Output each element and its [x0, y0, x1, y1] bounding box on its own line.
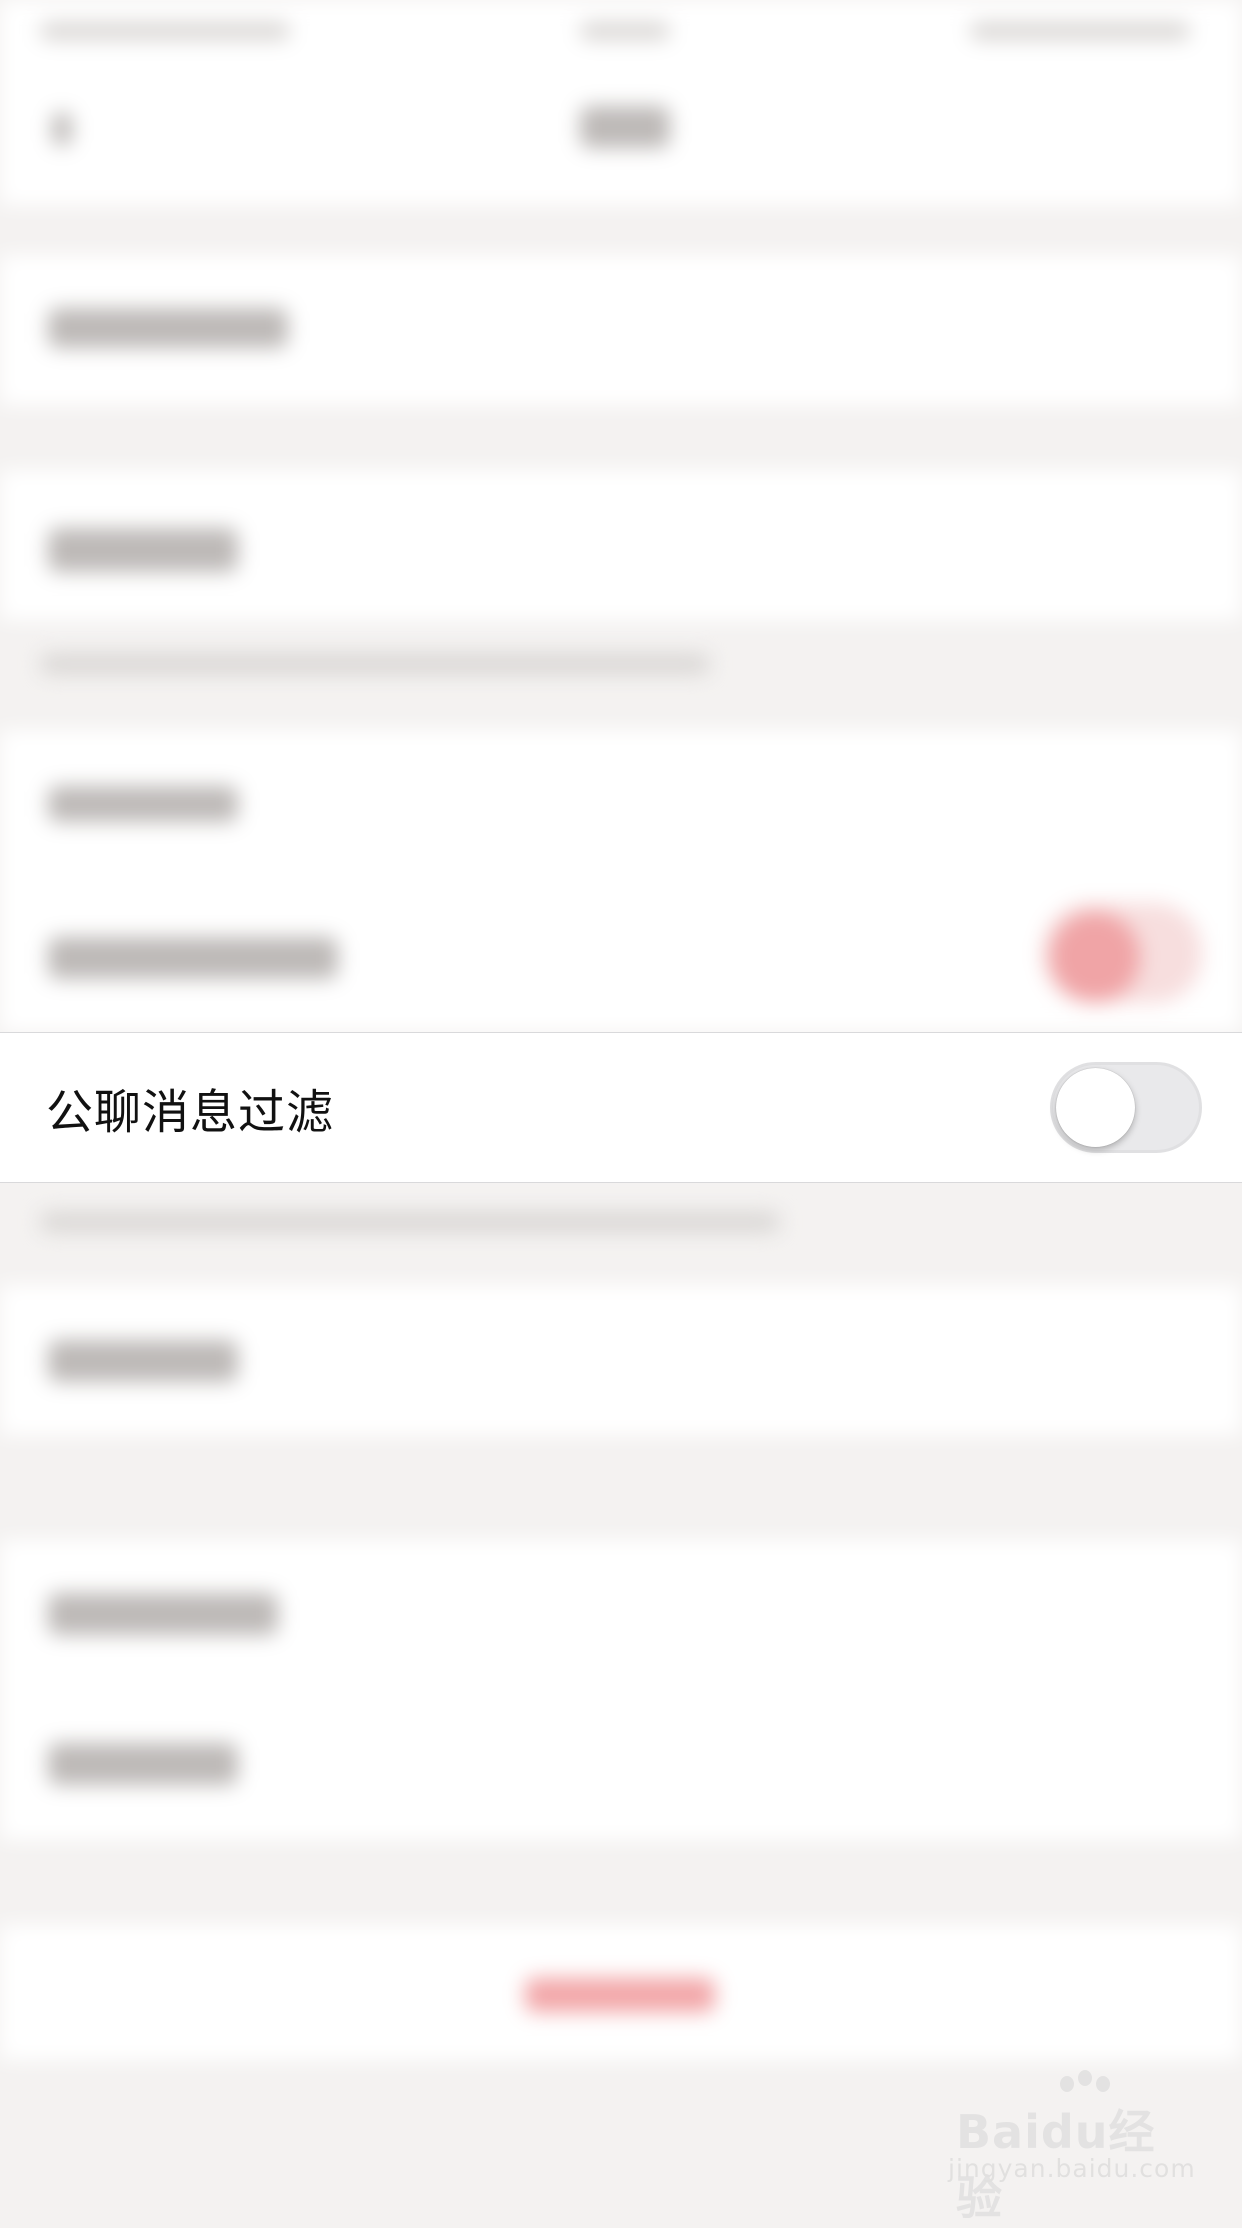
back-icon[interactable] [52, 112, 72, 146]
toggle-knob [1056, 1068, 1135, 1147]
status-bar-right [970, 22, 1190, 40]
blurred-toggle-knob [1050, 912, 1140, 1002]
settings-row-7-label [48, 1743, 238, 1785]
watermark-url: jingyan.baidu.com [948, 2154, 1196, 2183]
settings-row-1-label [48, 308, 288, 348]
public-chat-filter-label: 公聊消息过滤 [46, 1085, 334, 1140]
public-chat-filter-toggle[interactable] [1050, 1062, 1202, 1153]
paw-icon-toe [1078, 2070, 1092, 2086]
paw-icon-toe-2 [1096, 2076, 1110, 2092]
settings-row-2-label [48, 528, 238, 572]
paw-icon [1060, 2076, 1074, 2092]
settings-row-5-label [48, 1340, 238, 1382]
settings-group-5 [0, 1540, 1242, 1840]
settings-row-6-label [48, 1593, 278, 1635]
settings-screen: 公聊消息过滤 Baidu经验 jingyan.baidu.com [0, 0, 1242, 2225]
logout-button-label [525, 1978, 715, 2012]
status-bar-time [580, 22, 670, 40]
section-footnote-2 [40, 1212, 780, 1232]
settings-row-public-chat-filter: 公聊消息过滤 [0, 1032, 1242, 1183]
settings-row-4-label [48, 937, 338, 979]
page-title [580, 106, 670, 148]
status-bar-left [40, 22, 290, 40]
baidu-jingyan-watermark: Baidu经验 jingyan.baidu.com [948, 2070, 1195, 2225]
settings-row-3-label [48, 786, 238, 822]
section-footnote-1 [40, 654, 710, 674]
